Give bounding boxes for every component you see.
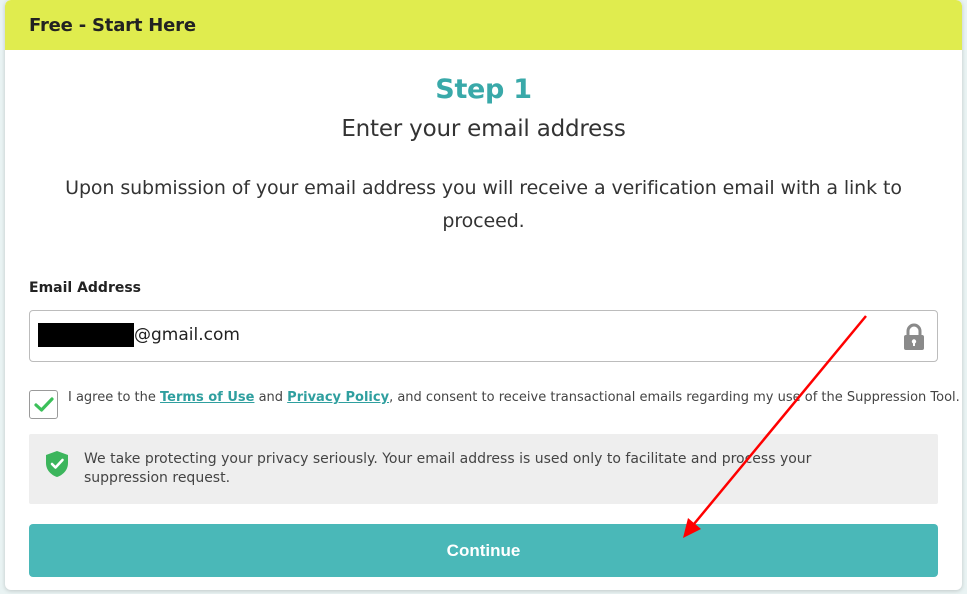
step-description: Upon submission of your email address yo…	[65, 177, 902, 232]
agreement-text: I agree to the Terms of Use and Privacy …	[68, 390, 960, 405]
continue-button[interactable]: Continue	[29, 524, 938, 577]
header-title: Free - Start Here	[29, 14, 196, 36]
signup-card: Free - Start Here Step 1 Enter your emai…	[5, 0, 962, 590]
privacy-notice-text: We take protecting your privacy seriousl…	[84, 451, 812, 486]
shield-check-icon	[46, 451, 68, 477]
email-input[interactable]: @gmail.com	[29, 310, 938, 362]
checkmark-icon	[33, 396, 54, 412]
lock-icon	[904, 323, 924, 350]
terms-of-use-link[interactable]: Terms of Use	[160, 390, 254, 405]
privacy-notice: We take protecting your privacy seriousl…	[29, 434, 938, 504]
redacted-email-username	[38, 323, 134, 347]
card-header: Free - Start Here	[5, 0, 962, 50]
step-subtitle: Enter your email address	[341, 116, 626, 142]
email-value: @gmail.com	[134, 325, 240, 345]
agreement-suffix: , and consent to receive transactional e…	[389, 390, 960, 405]
agreement-prefix: I agree to the	[68, 390, 161, 405]
step-title: Step 1	[435, 74, 532, 105]
agree-checkbox[interactable]	[29, 390, 58, 419]
privacy-policy-link[interactable]: Privacy Policy	[287, 390, 389, 405]
agreement-middle: and	[254, 390, 288, 405]
email-label: Email Address	[29, 280, 142, 296]
